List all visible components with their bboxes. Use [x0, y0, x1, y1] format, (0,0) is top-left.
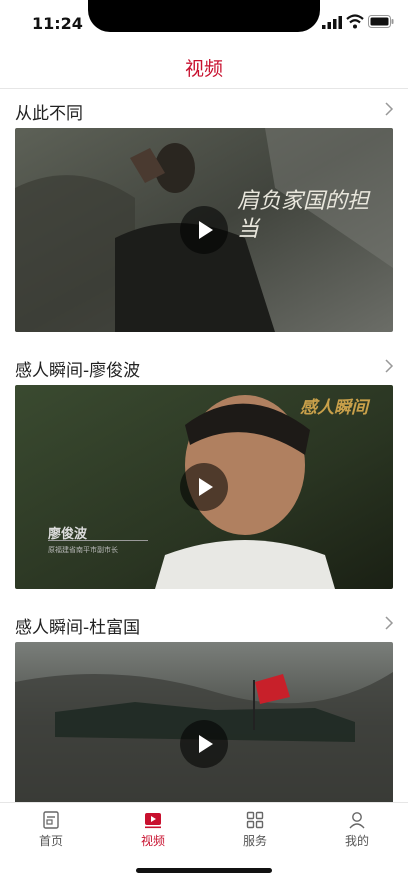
section-title: 从此不同: [15, 104, 83, 124]
page-title: 视频: [184, 58, 223, 80]
status-bar: 11:24: [0, 0, 408, 46]
play-icon: [199, 478, 213, 496]
tab-label: 我的: [344, 834, 369, 848]
chevron-right-icon[interactable]: [384, 359, 394, 373]
section-header[interactable]: 感人瞬间-杜富国: [0, 602, 408, 642]
tab-home[interactable]: 首页: [0, 803, 102, 863]
chevron-right-icon[interactable]: [384, 102, 394, 116]
signal-icon: [322, 16, 342, 29]
home-icon: [43, 811, 59, 829]
tab-video[interactable]: 视频: [102, 803, 204, 863]
video-thumbnail[interactable]: [15, 642, 393, 802]
grid-icon: [246, 811, 264, 829]
tab-label: 服务: [242, 834, 267, 848]
chevron-right-icon[interactable]: [384, 616, 394, 630]
video-thumbnail[interactable]: 感人瞬间 廖俊波 原福建省南平市副市长: [15, 385, 393, 589]
section-title: 感人瞬间-杜富国: [15, 618, 141, 638]
video-icon: [145, 813, 161, 829]
play-button[interactable]: [180, 206, 228, 254]
name-subtitle: 原福建省南平市副市长: [48, 546, 118, 554]
tab-profile[interactable]: 我的: [306, 803, 408, 863]
thumbnail-series-title: 感人瞬间: [300, 398, 368, 418]
user-icon: [349, 812, 365, 829]
section-header[interactable]: 感人瞬间-廖俊波: [0, 345, 408, 385]
tab-label: 视频: [140, 834, 165, 848]
device-notch: [88, 0, 320, 32]
play-button[interactable]: [180, 463, 228, 511]
home-indicator: [136, 868, 272, 873]
wifi-icon: [346, 14, 364, 29]
tab-label: 首页: [38, 834, 63, 848]
thumbnail-caption: 肩负家国的担当: [237, 189, 370, 242]
section-header[interactable]: 从此不同: [0, 88, 408, 128]
section-title: 感人瞬间-廖俊波: [15, 361, 141, 381]
video-thumbnail[interactable]: 肩负家国的担当: [15, 128, 393, 332]
play-icon: [199, 735, 213, 753]
play-icon: [199, 221, 213, 239]
tab-services[interactable]: 服务: [204, 803, 306, 863]
video-feed[interactable]: 从此不同 肩负家国的担当 感人瞬间-廖俊波 感人瞬间 廖俊波 原福建省南平市副市…: [0, 88, 408, 802]
play-button[interactable]: [180, 720, 228, 768]
divider: [48, 540, 148, 541]
battery-icon: [368, 15, 394, 28]
nav-bar: 视频: [0, 46, 408, 89]
status-time: 11:24: [32, 14, 83, 33]
